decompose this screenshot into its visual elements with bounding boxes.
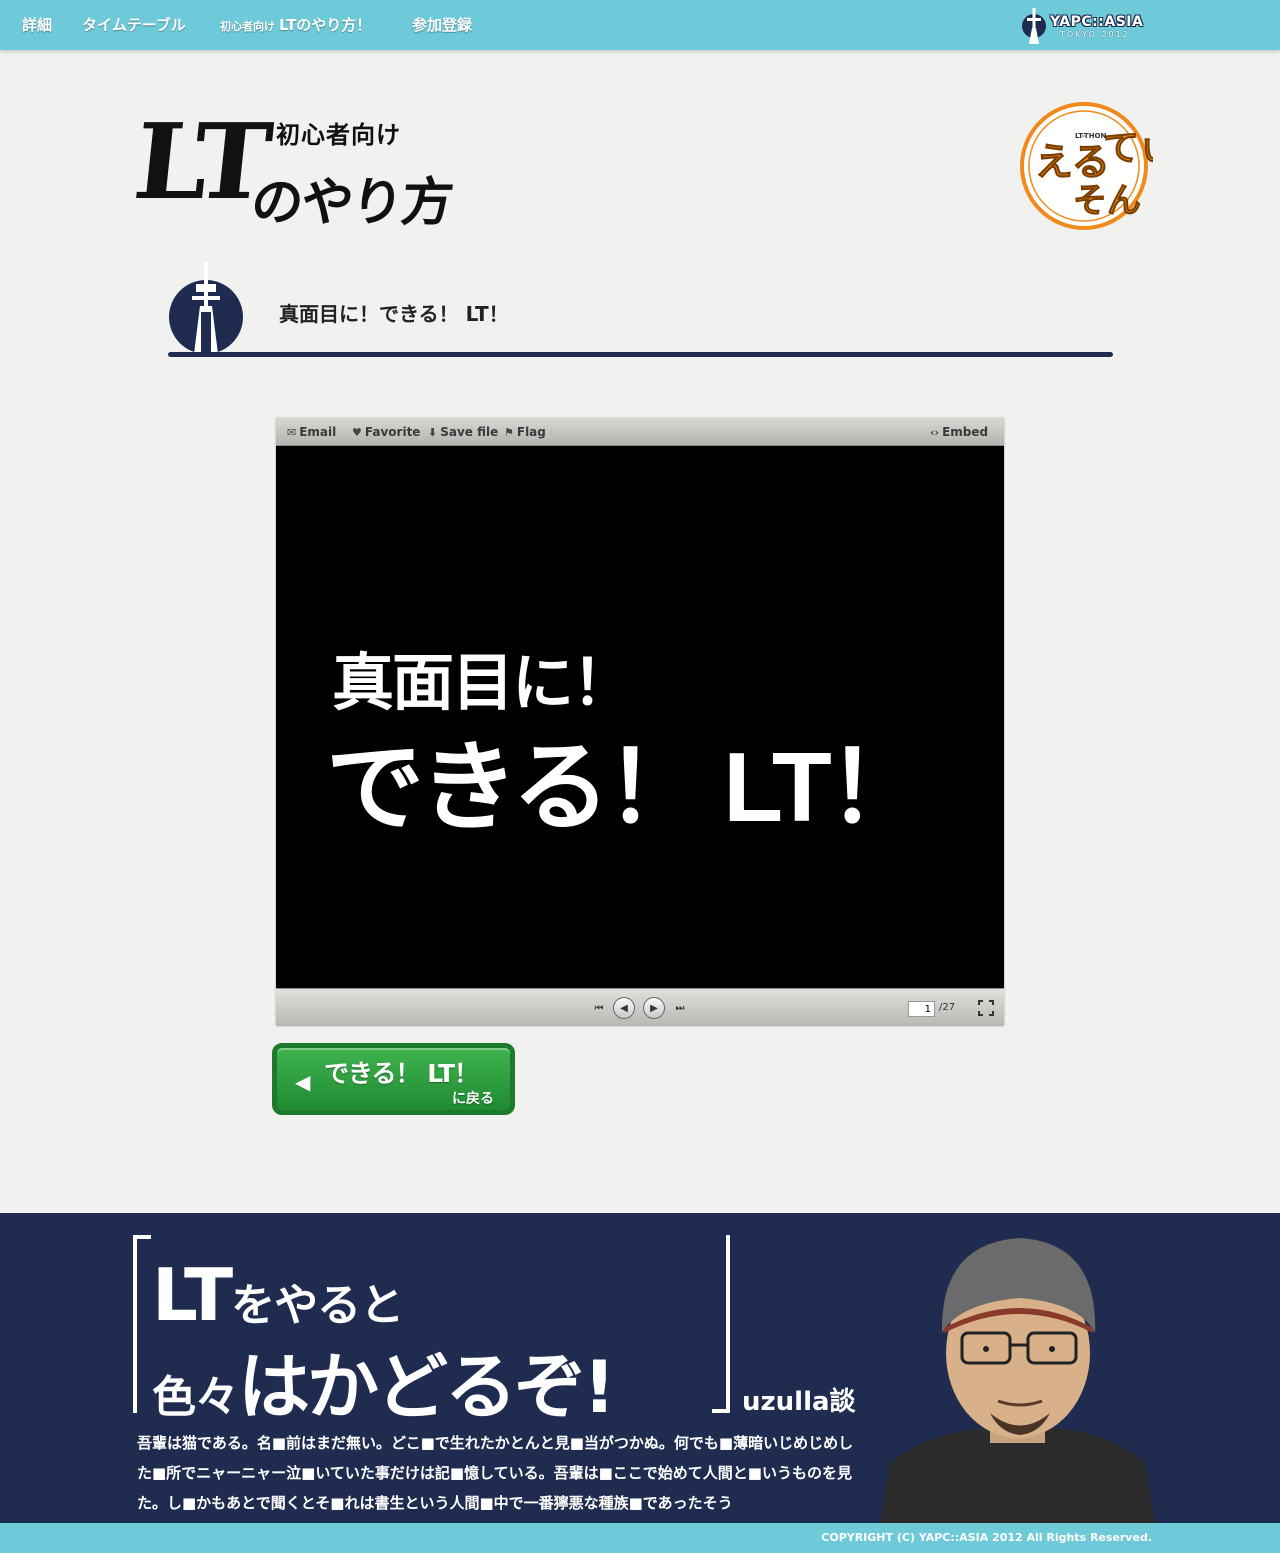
badge-small-text: LT-THON (1075, 132, 1107, 140)
promo-headline-rest: をやると (231, 1280, 404, 1331)
back-to-lt-button[interactable]: ◀ できる！ LT！ に戻る (272, 1043, 515, 1115)
promo-attribution: uzulla談 (742, 1387, 856, 1417)
download-icon: ⬇ (428, 426, 438, 439)
save-file-label: Save file (440, 425, 499, 439)
svg-text:てぃ: てぃ (1103, 128, 1153, 169)
flag-button[interactable]: ⚑ Flag (504, 425, 546, 439)
yapc-logo[interactable]: YAPC::ASIA TOKYO 2012 (1020, 6, 1155, 46)
tower-icon (168, 262, 244, 357)
favorite-button[interactable]: ♥ Favorite (352, 425, 420, 439)
page-title-lt: LT (128, 100, 272, 223)
heart-icon: ♥ (352, 426, 362, 439)
nav-item-timetable[interactable]: タイムテーブル (82, 14, 186, 35)
last-page-button[interactable]: ⏭ (669, 997, 691, 1019)
previous-icon: ◀ (620, 1002, 628, 1014)
svg-text:える: える (1035, 140, 1110, 184)
yapc-logo-title: YAPC::ASIA (1050, 14, 1144, 30)
favorite-label: Favorite (364, 425, 421, 439)
speaker-portrait (880, 1233, 1155, 1523)
yapc-logo-subtitle: TOKYO 2012 (1060, 30, 1130, 39)
slide-text-line2: できる！ LT！ (326, 732, 926, 842)
email-button[interactable]: ✉ Email (287, 425, 336, 439)
skip-forward-icon: ⏭ (675, 1002, 685, 1014)
page-total: /27 (939, 1002, 956, 1013)
promo-headline-1: LTをやると (152, 1253, 404, 1337)
email-label: Email (299, 425, 337, 439)
section-title: 真面目に！できる！ LT！ (279, 302, 509, 326)
promo-body-text: 吾輩は猫である。名■前はまだ無い。どこ■で生れたかとんと見■当がつかぬ。何でも■… (137, 1434, 854, 1512)
slide-viewer: ✉ Email ♥ Favorite ⬇ Save file ⚑ Flag ‹› Embe… (276, 418, 1004, 1026)
embed-label: Embed (942, 425, 989, 439)
lt-thon-badge: える そん てぃ LT-THON (1015, 100, 1176, 232)
quote-bracket-close (712, 1235, 730, 1413)
previous-page-button[interactable]: ◀ (613, 997, 635, 1019)
flag-label: Flag (516, 425, 546, 439)
code-icon: ‹› (930, 426, 940, 439)
promo-headline-2: 色々はかどるぞ! (152, 1328, 616, 1433)
top-nav: 詳細 タイムテーブル 初心者向け LTのやり方！ 参加登録 YAPC::ASIA … (0, 0, 1280, 50)
back-button-sub-label: に戻る (452, 1091, 494, 1107)
lt-thon-badge-icon: える そん てぃ LT-THON (1020, 102, 1176, 230)
nav-item-lt-howto-label: LTのやり方！ (279, 16, 372, 34)
quote-bracket-open (133, 1235, 151, 1413)
page-number-input[interactable] (908, 1001, 935, 1017)
nav-item-lt-howto[interactable]: 初心者向け LTのやり方！ (220, 14, 371, 35)
promo-headline-lt: LT (152, 1253, 233, 1337)
copyright-text: COPYRIGHT (C) YAPC::ASIA 2012 All Rights… (821, 1531, 1152, 1544)
back-button-main-label: できる！ LT！ (324, 1059, 479, 1088)
save-file-button[interactable]: ⬇ Save file (428, 425, 498, 439)
email-icon: ✉ (287, 426, 297, 439)
nav-item-details[interactable]: 詳細 (22, 14, 52, 35)
promo-headline-big: はかどるぞ! (238, 1345, 616, 1429)
svg-text:そん: そん (1073, 181, 1141, 221)
chevron-left-icon: ◀ (295, 1070, 311, 1094)
viewer-controls: ⏮ ◀ ▶ ⏭ /27 (276, 988, 1004, 1026)
nav-item-lt-howto-prefix: 初心者向け (220, 20, 275, 33)
promo-banner: LTをやると 色々はかどるぞ! uzulla談 吾輩は猫である。名■前はまだ無い… (0, 1213, 1280, 1523)
flag-icon: ⚑ (504, 426, 514, 439)
page-title-rest: のやり方 (248, 172, 455, 233)
embed-button[interactable]: ‹› Embed (930, 425, 988, 439)
promo-headline-small: 色々 (152, 1372, 239, 1423)
next-icon: ▶ (650, 1002, 658, 1014)
page-title-prefix: 初心者向け (276, 120, 401, 149)
viewer-toolbar: ✉ Email ♥ Favorite ⬇ Save file ⚑ Flag ‹› Embe… (276, 418, 1004, 446)
next-page-button[interactable]: ▶ (643, 997, 665, 1019)
yapc-tower-icon (1022, 8, 1046, 44)
footer-bar: COPYRIGHT (C) YAPC::ASIA 2012 All Rights… (0, 1523, 1280, 1553)
fullscreen-icon[interactable] (978, 1000, 994, 1016)
first-page-button[interactable]: ⏮ (588, 997, 610, 1019)
section-divider (168, 352, 1113, 357)
nav-item-register[interactable]: 参加登録 (412, 14, 472, 35)
slide-canvas[interactable]: 真面目に！ できる！ LT！ (276, 446, 1004, 988)
skip-back-icon: ⏮ (594, 1002, 604, 1014)
